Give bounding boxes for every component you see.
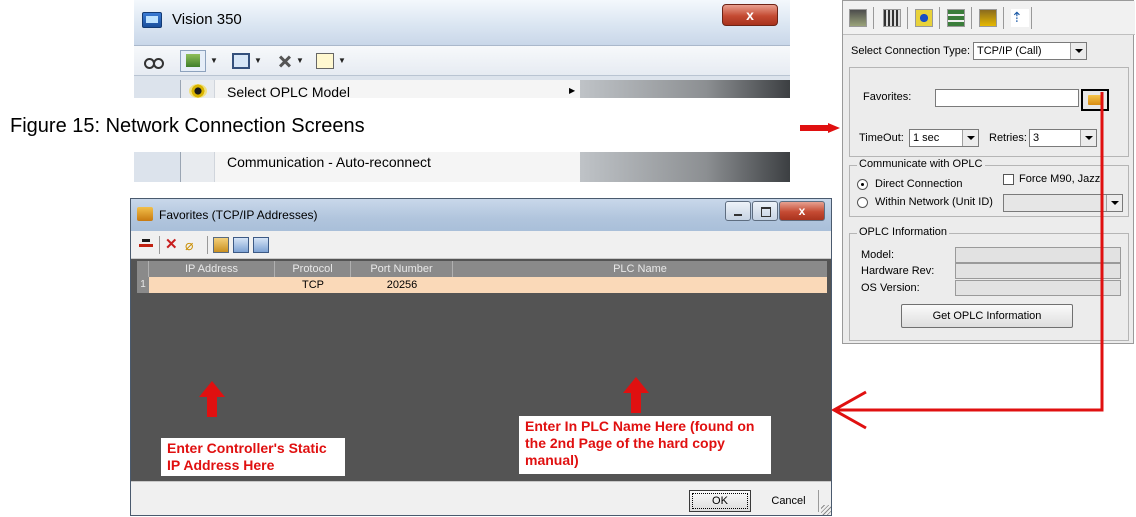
chevron-down-icon[interactable]: ▼: [254, 56, 262, 65]
tab-separator: [939, 7, 940, 29]
tab-system-icon[interactable]: [979, 9, 997, 27]
red-up-arrow-icon: [199, 381, 225, 417]
resize-grip-icon[interactable]: [821, 505, 831, 515]
ip-address-header[interactable]: IP Address: [149, 261, 275, 277]
red-up-arrow-icon: [623, 377, 649, 413]
menu-item-auto-reconnect[interactable]: Communication - Auto-reconnect: [227, 154, 431, 170]
row-number-cell: 1: [137, 277, 149, 293]
ip-address-annotation: Enter Controller's Static IP Address Her…: [161, 438, 345, 476]
tab-usb-icon[interactable]: ⇡: [1011, 9, 1029, 27]
chevron-down-icon[interactable]: ▼: [338, 56, 346, 65]
tools-icon[interactable]: [276, 53, 294, 69]
connection-tabs: ⇡: [843, 1, 1135, 35]
protocol-header[interactable]: Protocol: [275, 261, 351, 277]
toolbar-separator: [159, 236, 160, 254]
vision-app-icon: [142, 12, 162, 28]
chevron-down-icon[interactable]: ▼: [210, 56, 218, 65]
tab-network-icon[interactable]: [915, 9, 933, 27]
favorites-close-button[interactable]: x: [779, 201, 825, 221]
glasses-icon[interactable]: [144, 53, 164, 69]
export-icon[interactable]: [253, 237, 269, 253]
favorites-grid-body: Enter Controller's Static IP Address Her…: [137, 293, 827, 479]
port-number-cell[interactable]: 20256: [351, 277, 453, 293]
figure-caption: Figure 15: Network Connection Screens: [10, 115, 365, 137]
tab-separator: [971, 7, 972, 29]
favorites-footer: OK Cancel: [131, 481, 831, 515]
help-icon[interactable]: [316, 53, 334, 69]
vision-350-window: Vision 350 x ▼ ▼ ▼ ▼ Select OPLC Model ▶…: [134, 0, 790, 182]
favorites-toolbar: ✕ ⌀: [131, 231, 831, 259]
delete-row-icon[interactable]: ✕: [165, 237, 181, 253]
table-row[interactable]: 1 TCP 20256: [137, 277, 827, 293]
cancel-button[interactable]: Cancel: [759, 490, 819, 512]
port-number-header[interactable]: Port Number: [351, 261, 453, 277]
tab-separator: [1031, 7, 1032, 29]
tab-io-icon[interactable]: [947, 9, 965, 27]
plc-name-annotation: Enter In PLC Name Here (found on the 2nd…: [519, 416, 771, 474]
tab-hardware-icon[interactable]: [883, 9, 901, 27]
vision-toolbar: ▼ ▼ ▼ ▼: [134, 46, 790, 76]
submenu-arrow-icon: ▶: [569, 86, 576, 95]
plc-hardware-icon[interactable]: [180, 50, 206, 72]
tab-communication-icon[interactable]: [849, 9, 867, 27]
favorites-folder-icon: [137, 207, 153, 221]
protocol-cell[interactable]: TCP: [275, 277, 351, 293]
vision-window-title: Vision 350: [172, 11, 242, 28]
import-icon[interactable]: [233, 237, 249, 253]
minimize-button[interactable]: [725, 201, 751, 221]
vision-close-button[interactable]: x: [722, 4, 778, 26]
vision-titlebar: Vision 350 x: [134, 0, 790, 46]
tab-separator: [907, 7, 908, 29]
favorites-dialog-title: Favorites (TCP/IP Addresses): [159, 208, 318, 222]
tab-separator: [873, 7, 874, 29]
select-model-icon: [189, 84, 207, 98]
tab-separator: [1003, 7, 1004, 29]
connection-type-label: Select Connection Type:: [851, 45, 971, 57]
plc-name-cell[interactable]: [453, 277, 827, 293]
favorites-grid-header: IP Address Protocol Port Number PLC Name: [137, 261, 827, 277]
toolbar-separator: [207, 236, 208, 254]
chevron-down-icon[interactable]: ▼: [296, 56, 304, 65]
ok-button[interactable]: OK: [689, 490, 751, 512]
favorites-dialog: Favorites (TCP/IP Addresses) x ✕ ⌀ IP Ad…: [130, 198, 832, 516]
connection-type-select[interactable]: TCP/IP (Call): [973, 42, 1087, 60]
maximize-button[interactable]: [752, 201, 778, 221]
chevron-down-icon[interactable]: [1070, 43, 1086, 59]
ip-address-cell[interactable]: [149, 277, 275, 293]
monitor-icon[interactable]: [232, 53, 250, 69]
favorites-titlebar: Favorites (TCP/IP Addresses) x: [131, 199, 831, 231]
add-row-icon[interactable]: [139, 237, 155, 253]
window-controls: x: [725, 201, 827, 221]
row-number-header: [137, 261, 149, 277]
connection-type-value: TCP/IP (Call): [977, 45, 1042, 57]
eraser-icon[interactable]: ⌀: [185, 237, 201, 253]
plc-name-header[interactable]: PLC Name: [453, 261, 827, 277]
copy-icon[interactable]: [213, 237, 229, 253]
red-connector-arrow-icon: [830, 92, 1104, 430]
